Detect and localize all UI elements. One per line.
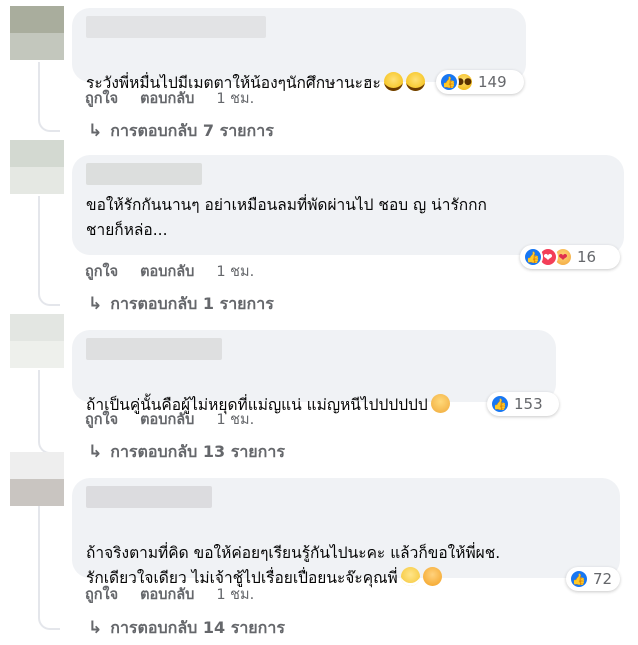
thread-connector: [38, 616, 60, 630]
reaction-summary[interactable]: 👍 153: [487, 392, 559, 416]
like-button[interactable]: ถูกใจ: [85, 87, 118, 110]
reaction-count: 149: [478, 73, 507, 91]
thread-line: [38, 62, 40, 120]
view-replies-link[interactable]: ↳ การตอบกลับ 7 รายการ: [88, 119, 274, 144]
like-button[interactable]: ถูกใจ: [85, 583, 118, 606]
comment-text: ขอให้รักกันนานๆ อย่าเหมือนลมที่พัดผ่านไป…: [86, 196, 487, 239]
avatar[interactable]: [10, 314, 64, 368]
thread-connector: [38, 118, 60, 132]
like-button[interactable]: ถูกใจ: [85, 408, 118, 431]
like-reaction-icon: 👍: [523, 247, 543, 267]
view-replies-link[interactable]: ↳ การตอบกลับ 13 รายการ: [88, 440, 285, 465]
thread-connector: [38, 292, 60, 306]
timestamp[interactable]: 1 ชม.: [216, 583, 254, 606]
timestamp[interactable]: 1 ชม.: [216, 87, 254, 110]
comment-text: ถ้าจริงตามที่คิด ขอให้ค่อยๆเรียนรู้กันไป…: [86, 544, 501, 587]
reaction-summary[interactable]: 👍 ●● 149: [436, 70, 524, 94]
avatar[interactable]: [10, 140, 64, 194]
timestamp[interactable]: 1 ชม.: [216, 260, 254, 283]
laughing-emoji-icon: [383, 72, 403, 91]
reply-arrow-icon: ↳: [88, 441, 103, 462]
avatar[interactable]: [10, 6, 64, 60]
reaction-count: 153: [514, 395, 543, 413]
comment-actions: ถูกใจ ตอบกลับ 1 ชม.: [85, 87, 254, 110]
reaction-summary[interactable]: 👍 72: [566, 567, 620, 591]
reply-button[interactable]: ตอบกลับ: [140, 583, 194, 606]
comment-actions: ถูกใจ ตอบกลับ 1 ชม.: [85, 260, 254, 283]
smiling-hearts-emoji-icon: [422, 567, 442, 586]
comment-bubble: ถ้าจริงตามที่คิด ขอให้ค่อยๆเรียนรู้กันไป…: [72, 478, 620, 587]
thread-line: [38, 506, 40, 618]
redacted-name[interactable]: [86, 486, 212, 508]
comment-actions: ถูกใจ ตอบกลับ 1 ชม.: [85, 583, 254, 606]
laughing-emoji-icon: [405, 72, 425, 91]
reply-button[interactable]: ตอบกลับ: [140, 408, 194, 431]
redacted-name[interactable]: [86, 163, 202, 185]
like-button[interactable]: ถูกใจ: [85, 260, 118, 283]
reply-button[interactable]: ตอบกลับ: [140, 87, 194, 110]
like-reaction-icon: 👍: [490, 394, 510, 414]
grinning-emoji-icon: [400, 567, 420, 586]
reaction-count: 16: [577, 248, 597, 266]
comment-actions: ถูกใจ ตอบกลับ 1 ชม.: [85, 408, 254, 431]
redacted-name[interactable]: [86, 338, 222, 360]
thread-line: [38, 196, 40, 294]
thread-line: [38, 370, 40, 442]
redacted-name[interactable]: [86, 16, 266, 38]
reply-arrow-icon: ↳: [88, 293, 103, 314]
view-replies-link[interactable]: ↳ การตอบกลับ 14 รายการ: [88, 616, 285, 641]
comment-bubble: ขอให้รักกันนานๆ อย่าเหมือนลมที่พัดผ่านไป…: [72, 155, 624, 255]
pouting-emoji-icon: [430, 394, 450, 413]
reaction-count: 72: [593, 570, 613, 588]
timestamp[interactable]: 1 ชม.: [216, 408, 254, 431]
avatar[interactable]: [10, 452, 64, 506]
reply-button[interactable]: ตอบกลับ: [140, 260, 194, 283]
like-reaction-icon: 👍: [439, 72, 459, 92]
reaction-summary[interactable]: 👍 ❤ ❤ 16: [520, 245, 620, 269]
reply-arrow-icon: ↳: [88, 120, 103, 141]
reply-arrow-icon: ↳: [88, 617, 103, 638]
like-reaction-icon: 👍: [569, 569, 589, 589]
view-replies-link[interactable]: ↳ การตอบกลับ 1 รายการ: [88, 292, 274, 317]
comment-bubble: ถ้าเป็นคู่นั้นคือผู้ไม่หยุดที่แม่ญแน่ แม…: [72, 330, 556, 414]
